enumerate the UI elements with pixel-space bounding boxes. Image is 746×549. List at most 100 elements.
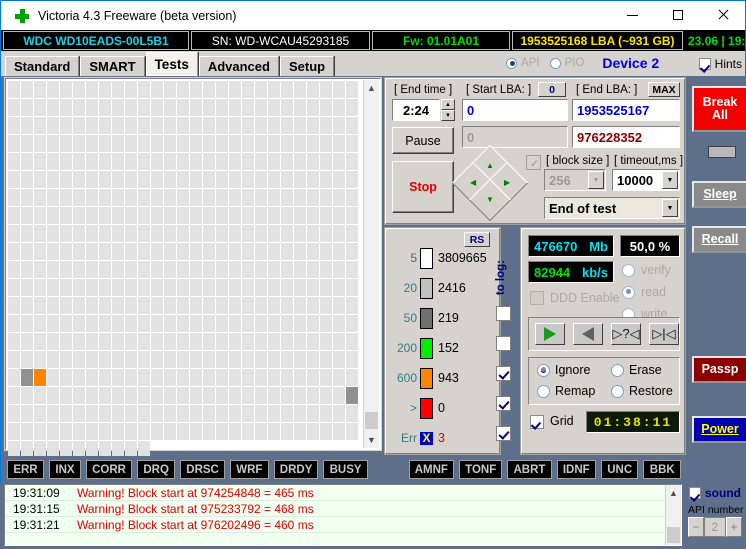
scan-block	[294, 369, 306, 386]
spin-down-icon[interactable]: ▼	[441, 110, 455, 121]
log-time: 19:31:15	[13, 501, 60, 516]
tab-setup[interactable]: Setup	[279, 56, 335, 76]
scrollbar-track[interactable]	[364, 96, 379, 432]
butterfly-read-button[interactable]: ▷|◁	[649, 323, 679, 345]
scan-block	[190, 135, 202, 152]
scan-block	[164, 315, 176, 332]
api-number-stepper[interactable]: − 2 +	[688, 517, 742, 537]
radio-erase[interactable]	[611, 363, 624, 377]
scan-map[interactable]: ▲ ▼	[4, 77, 382, 458]
end-action-combo[interactable]: End of test ▼	[543, 196, 681, 220]
radio-verify[interactable]	[622, 263, 635, 277]
scan-block	[151, 261, 163, 278]
to-log-checkbox[interactable]	[496, 396, 511, 411]
end-lba-max-button[interactable]: MAX	[648, 82, 680, 97]
scan-block	[229, 99, 241, 116]
api-increment-button[interactable]: +	[726, 517, 742, 537]
start-lba-zero-button[interactable]: 0	[538, 82, 566, 97]
nav-lock-checkbox[interactable]: ✓	[526, 155, 541, 170]
scan-block	[99, 243, 111, 260]
end-lba-input[interactable]: 1953525167	[571, 98, 681, 122]
scan-block	[8, 261, 20, 278]
block-size-combo[interactable]: 256 ▼	[543, 168, 607, 192]
scan-block	[125, 171, 137, 188]
recall-button[interactable]: Recall	[692, 226, 746, 253]
log-panel[interactable]: 19:31:09 Warning! Block start at 97425484…	[3, 483, 683, 547]
scroll-down-icon[interactable]: ▼	[364, 432, 379, 448]
scan-block	[268, 135, 280, 152]
scan-backward-button[interactable]	[573, 323, 603, 345]
scan-forward-button[interactable]	[535, 323, 565, 345]
scroll-up-icon[interactable]: ▲	[364, 80, 379, 96]
mode-option-verify[interactable]: verify	[622, 263, 671, 277]
scan-block	[73, 189, 85, 206]
grid-checkbox[interactable]	[530, 415, 544, 429]
pause-button[interactable]: Pause	[392, 127, 454, 154]
scan-block	[203, 333, 215, 350]
passport-button[interactable]: Passp	[692, 356, 746, 383]
clock: 23.06 | 19:31:2	[688, 33, 745, 48]
to-log-checkbox[interactable]	[496, 336, 511, 351]
scan-block	[216, 297, 228, 314]
radio-ignore[interactable]	[537, 363, 550, 377]
tab-standard[interactable]: Standard	[5, 56, 80, 76]
sound-checkbox[interactable]	[689, 487, 701, 499]
scan-block	[203, 207, 215, 224]
log-scroll-track[interactable]	[666, 501, 681, 543]
scan-block	[164, 405, 176, 422]
scan-block	[255, 315, 267, 332]
navigation-diamond[interactable]: ▲ ◀ ▶ ▼	[451, 144, 529, 222]
action-option-remap[interactable]: Remap	[537, 384, 595, 398]
sound-toggle[interactable]: sound	[689, 486, 741, 500]
action-option-erase[interactable]: Erase	[611, 363, 662, 377]
start-lba-input[interactable]: 0	[461, 98, 569, 122]
scan-block	[281, 387, 293, 404]
action-option-restore[interactable]: Restore	[611, 384, 673, 398]
chevron-down-icon[interactable]: ▼	[662, 199, 678, 217]
tab-advanced[interactable]: Advanced	[198, 56, 279, 76]
timeout-combo[interactable]: 10000 ▼	[611, 168, 681, 192]
close-button[interactable]	[700, 0, 745, 30]
scrollbar-thumb[interactable]	[365, 412, 378, 429]
hints-toggle[interactable]: Hints	[698, 57, 742, 71]
scan-block	[151, 135, 163, 152]
scan-block	[177, 387, 189, 404]
radio-restore[interactable]	[611, 384, 624, 398]
log-scrollbar[interactable]: ▲ ▼	[665, 485, 681, 545]
mode-option-read[interactable]: read	[622, 285, 666, 299]
tab-smart[interactable]: SMART	[80, 56, 145, 76]
to-log-checkbox[interactable]	[496, 306, 511, 321]
to-log-checkbox[interactable]	[496, 426, 511, 441]
scan-block	[346, 189, 358, 206]
log-scroll-up-icon[interactable]: ▲	[666, 485, 681, 501]
random-read-button[interactable]: ▷?◁	[611, 323, 641, 345]
radio-pio[interactable]	[549, 57, 561, 69]
tab-tests[interactable]: Tests	[145, 52, 198, 76]
stop-button[interactable]: Stop	[392, 161, 454, 213]
chevron-down-icon[interactable]: ▼	[662, 171, 678, 189]
scan-block	[138, 117, 150, 134]
scan-block	[255, 333, 267, 350]
radio-api[interactable]	[506, 57, 517, 69]
hints-checkbox[interactable]	[698, 58, 711, 70]
scan-block	[164, 171, 176, 188]
power-button[interactable]: Power	[692, 416, 746, 443]
scan-map-scrollbar[interactable]: ▲ ▼	[363, 80, 379, 448]
log-scroll-thumb[interactable]	[667, 527, 680, 543]
scan-map-grid[interactable]	[8, 81, 360, 458]
break-all-button[interactable]: Break All	[692, 86, 746, 132]
minimize-button[interactable]	[610, 0, 655, 30]
end-time-spinner[interactable]: ▲ ▼	[441, 99, 455, 121]
radio-remap[interactable]	[537, 384, 550, 398]
radio-read[interactable]	[622, 285, 635, 299]
to-log-checkbox[interactable]	[496, 366, 511, 381]
spin-up-icon[interactable]: ▲	[441, 99, 455, 110]
scan-block	[268, 315, 280, 332]
maximize-button[interactable]	[655, 0, 700, 30]
chevron-down-icon[interactable]: ▼	[588, 171, 604, 189]
ddd-enable-checkbox[interactable]	[530, 291, 544, 305]
scan-block	[255, 279, 267, 296]
sleep-button[interactable]: Sleep	[692, 181, 746, 208]
api-decrement-button[interactable]: −	[688, 517, 704, 537]
action-option-ignore[interactable]: Ignore	[537, 363, 590, 377]
